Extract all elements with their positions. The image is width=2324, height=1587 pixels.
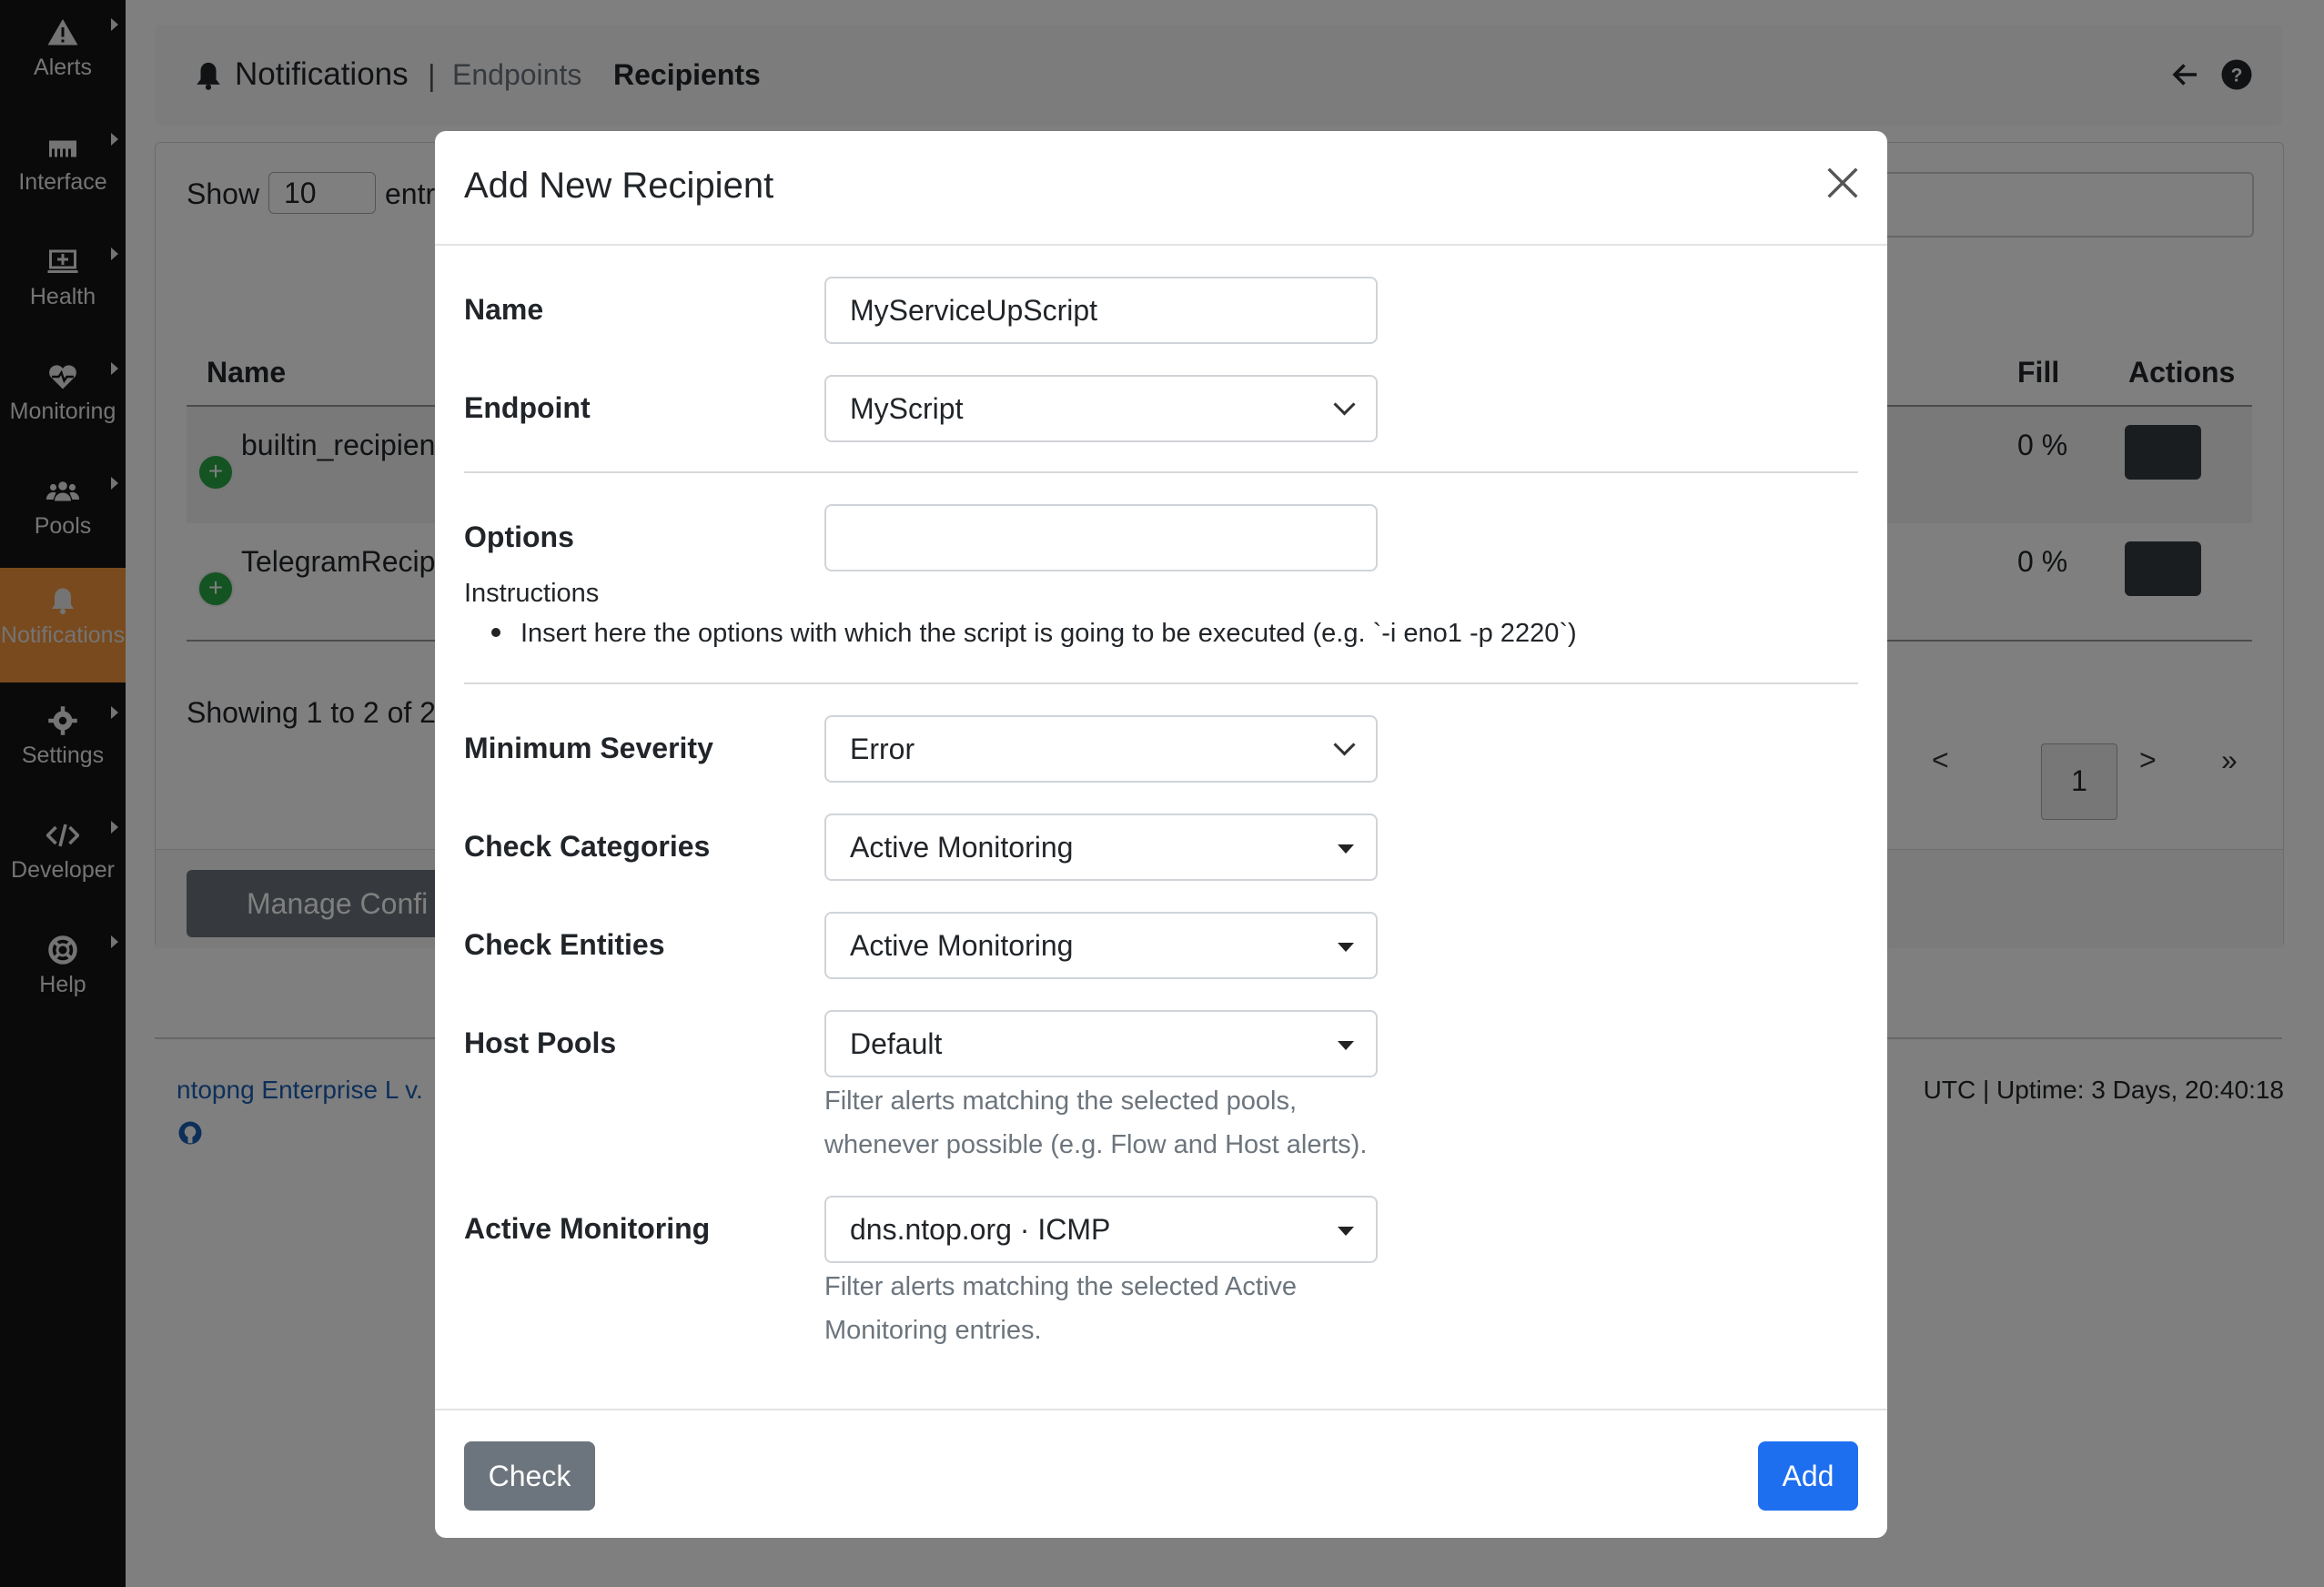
- modal-header-divider: [435, 244, 1887, 246]
- close-icon[interactable]: [1822, 162, 1864, 204]
- categories-label: Check Categories: [464, 830, 711, 863]
- entities-label: Check Entities: [464, 928, 665, 961]
- categories-value: Active Monitoring: [850, 831, 1074, 864]
- pools-value: Default: [850, 1027, 943, 1060]
- pools-label: Host Pools: [464, 1026, 617, 1059]
- active-monitoring-help-text: Filter alerts matching the selected Acti…: [824, 1272, 1298, 1345]
- name-label: Name: [464, 293, 544, 326]
- chevron-down-icon: [1333, 733, 1356, 756]
- caret-down-icon: [1338, 1227, 1354, 1236]
- modal-footer-divider: [435, 1409, 1887, 1410]
- chevron-down-icon: [1333, 393, 1356, 416]
- endpoint-label: Endpoint: [464, 391, 591, 424]
- active-monitoring-value: dns.ntop.org · ICMP: [850, 1213, 1111, 1246]
- endpoint-select[interactable]: MyScript: [824, 375, 1378, 442]
- severity-label: Minimum Severity: [464, 732, 713, 764]
- categories-select[interactable]: Active Monitoring: [824, 814, 1378, 881]
- instructions-item: Insert here the options with which the s…: [491, 619, 1577, 649]
- severity-value: Error: [850, 733, 915, 765]
- name-value: MyServiceUpScript: [850, 294, 1098, 327]
- pools-help-text: Filter alerts matching the selected pool…: [824, 1087, 1368, 1159]
- modal-title: Add New Recipient: [464, 166, 774, 206]
- check-button[interactable]: Check: [464, 1441, 595, 1511]
- active-monitoring-select[interactable]: dns.ntop.org · ICMP: [824, 1196, 1378, 1263]
- entities-value: Active Monitoring: [850, 929, 1074, 962]
- name-input[interactable]: MyServiceUpScript: [824, 277, 1378, 344]
- section-divider: [464, 682, 1858, 684]
- options-label: Options: [464, 521, 574, 553]
- section-divider: [464, 471, 1858, 473]
- entities-select[interactable]: Active Monitoring: [824, 912, 1378, 979]
- add-button[interactable]: Add: [1758, 1441, 1858, 1511]
- caret-down-icon: [1338, 943, 1354, 952]
- active-monitoring-label: Active Monitoring: [464, 1212, 711, 1245]
- endpoint-value: MyScript: [850, 392, 964, 425]
- caret-down-icon: [1338, 844, 1354, 854]
- pools-select[interactable]: Default: [824, 1010, 1378, 1077]
- severity-select[interactable]: Error: [824, 715, 1378, 783]
- instructions-title: Instructions: [464, 579, 600, 608]
- caret-down-icon: [1338, 1041, 1354, 1050]
- bullet-icon: [491, 628, 500, 638]
- instructions-text: Insert here the options with which the s…: [520, 619, 1577, 648]
- options-input[interactable]: [824, 504, 1378, 571]
- add-recipient-modal: Add New Recipient Name MyServiceUpScript…: [435, 131, 1887, 1538]
